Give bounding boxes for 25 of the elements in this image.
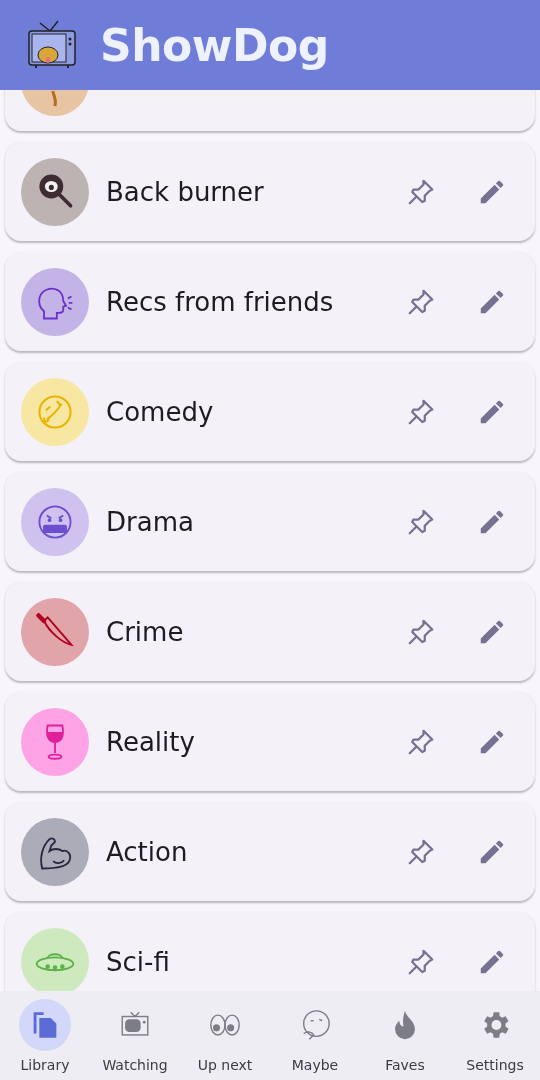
category-card[interactable]: Crime <box>5 582 535 681</box>
dog-tv-logo <box>26 19 78 71</box>
nav-tab[interactable]: Faves <box>360 995 450 1080</box>
category-card[interactable]: Comedy <box>5 362 535 461</box>
app-title: ShowDog <box>100 19 329 71</box>
category-name: Crime <box>106 616 185 647</box>
category-name: Drama <box>106 506 195 537</box>
category-card[interactable]: Action <box>5 802 535 901</box>
category-name: Reality <box>106 726 196 757</box>
category-name: Action <box>106 836 189 867</box>
nav-tab[interactable]: Maybe <box>270 995 360 1080</box>
dough-icon <box>51 90 59 107</box>
category-card[interactable]: Back burner <box>5 142 535 241</box>
category-name: Comedy <box>106 396 215 427</box>
category-name: Recs from friends <box>106 286 335 317</box>
category-card[interactable]: Sci-fi <box>5 912 535 991</box>
nav-tab[interactable]: Watching <box>90 995 180 1080</box>
nav-tab[interactable]: Settings <box>450 995 540 1080</box>
nav-tab[interactable]: Library <box>0 995 90 1080</box>
category-card[interactable]: Reality <box>5 692 535 791</box>
category-name: Sci-fi <box>106 946 171 977</box>
category-card[interactable]: Recs from friends <box>5 252 535 351</box>
category-card[interactable]: Drama <box>5 472 535 571</box>
nav-tab[interactable]: Up next <box>180 995 270 1080</box>
category-name: Back burner <box>106 176 265 207</box>
